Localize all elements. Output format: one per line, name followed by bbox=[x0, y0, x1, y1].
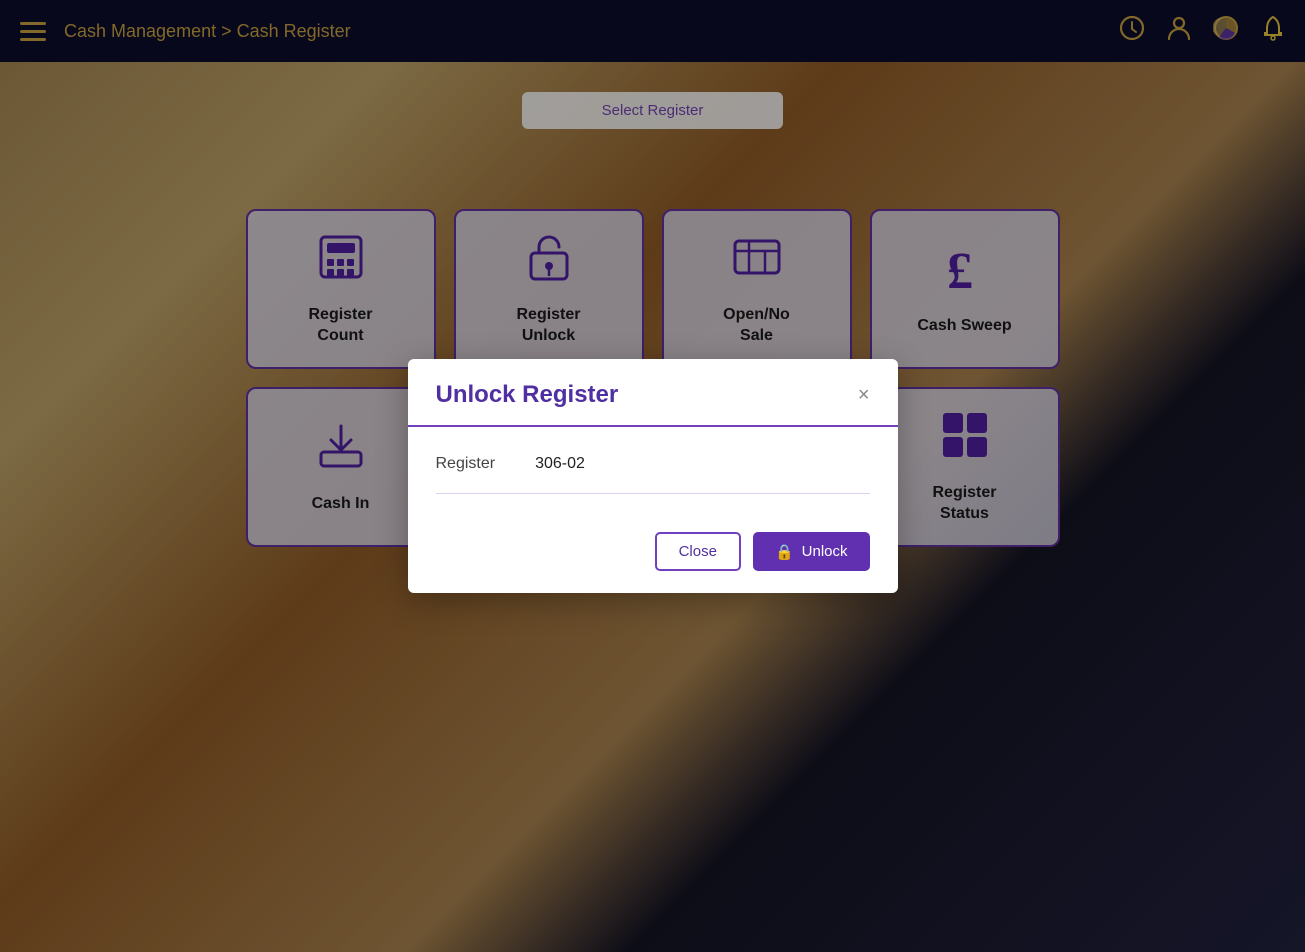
modal-close-button[interactable]: × bbox=[858, 385, 870, 405]
lock-icon: 🔒 bbox=[775, 543, 794, 561]
modal-register-row: Register 306-02 bbox=[436, 455, 870, 494]
unlock-register-modal: Unlock Register × Register 306-02 Close … bbox=[408, 359, 898, 593]
modal-register-label: Register bbox=[436, 455, 496, 473]
close-modal-button[interactable]: Close bbox=[655, 532, 741, 571]
modal-register-value: 306-02 bbox=[535, 455, 585, 473]
modal-title: Unlock Register bbox=[436, 381, 619, 409]
unlock-button-label: Unlock bbox=[802, 543, 848, 560]
modal-header: Unlock Register × bbox=[408, 359, 898, 427]
modal-overlay: Unlock Register × Register 306-02 Close … bbox=[0, 0, 1305, 952]
modal-body: Register 306-02 bbox=[408, 427, 898, 514]
unlock-modal-button[interactable]: 🔒 Unlock bbox=[753, 532, 870, 571]
modal-footer: Close 🔒 Unlock bbox=[408, 514, 898, 593]
